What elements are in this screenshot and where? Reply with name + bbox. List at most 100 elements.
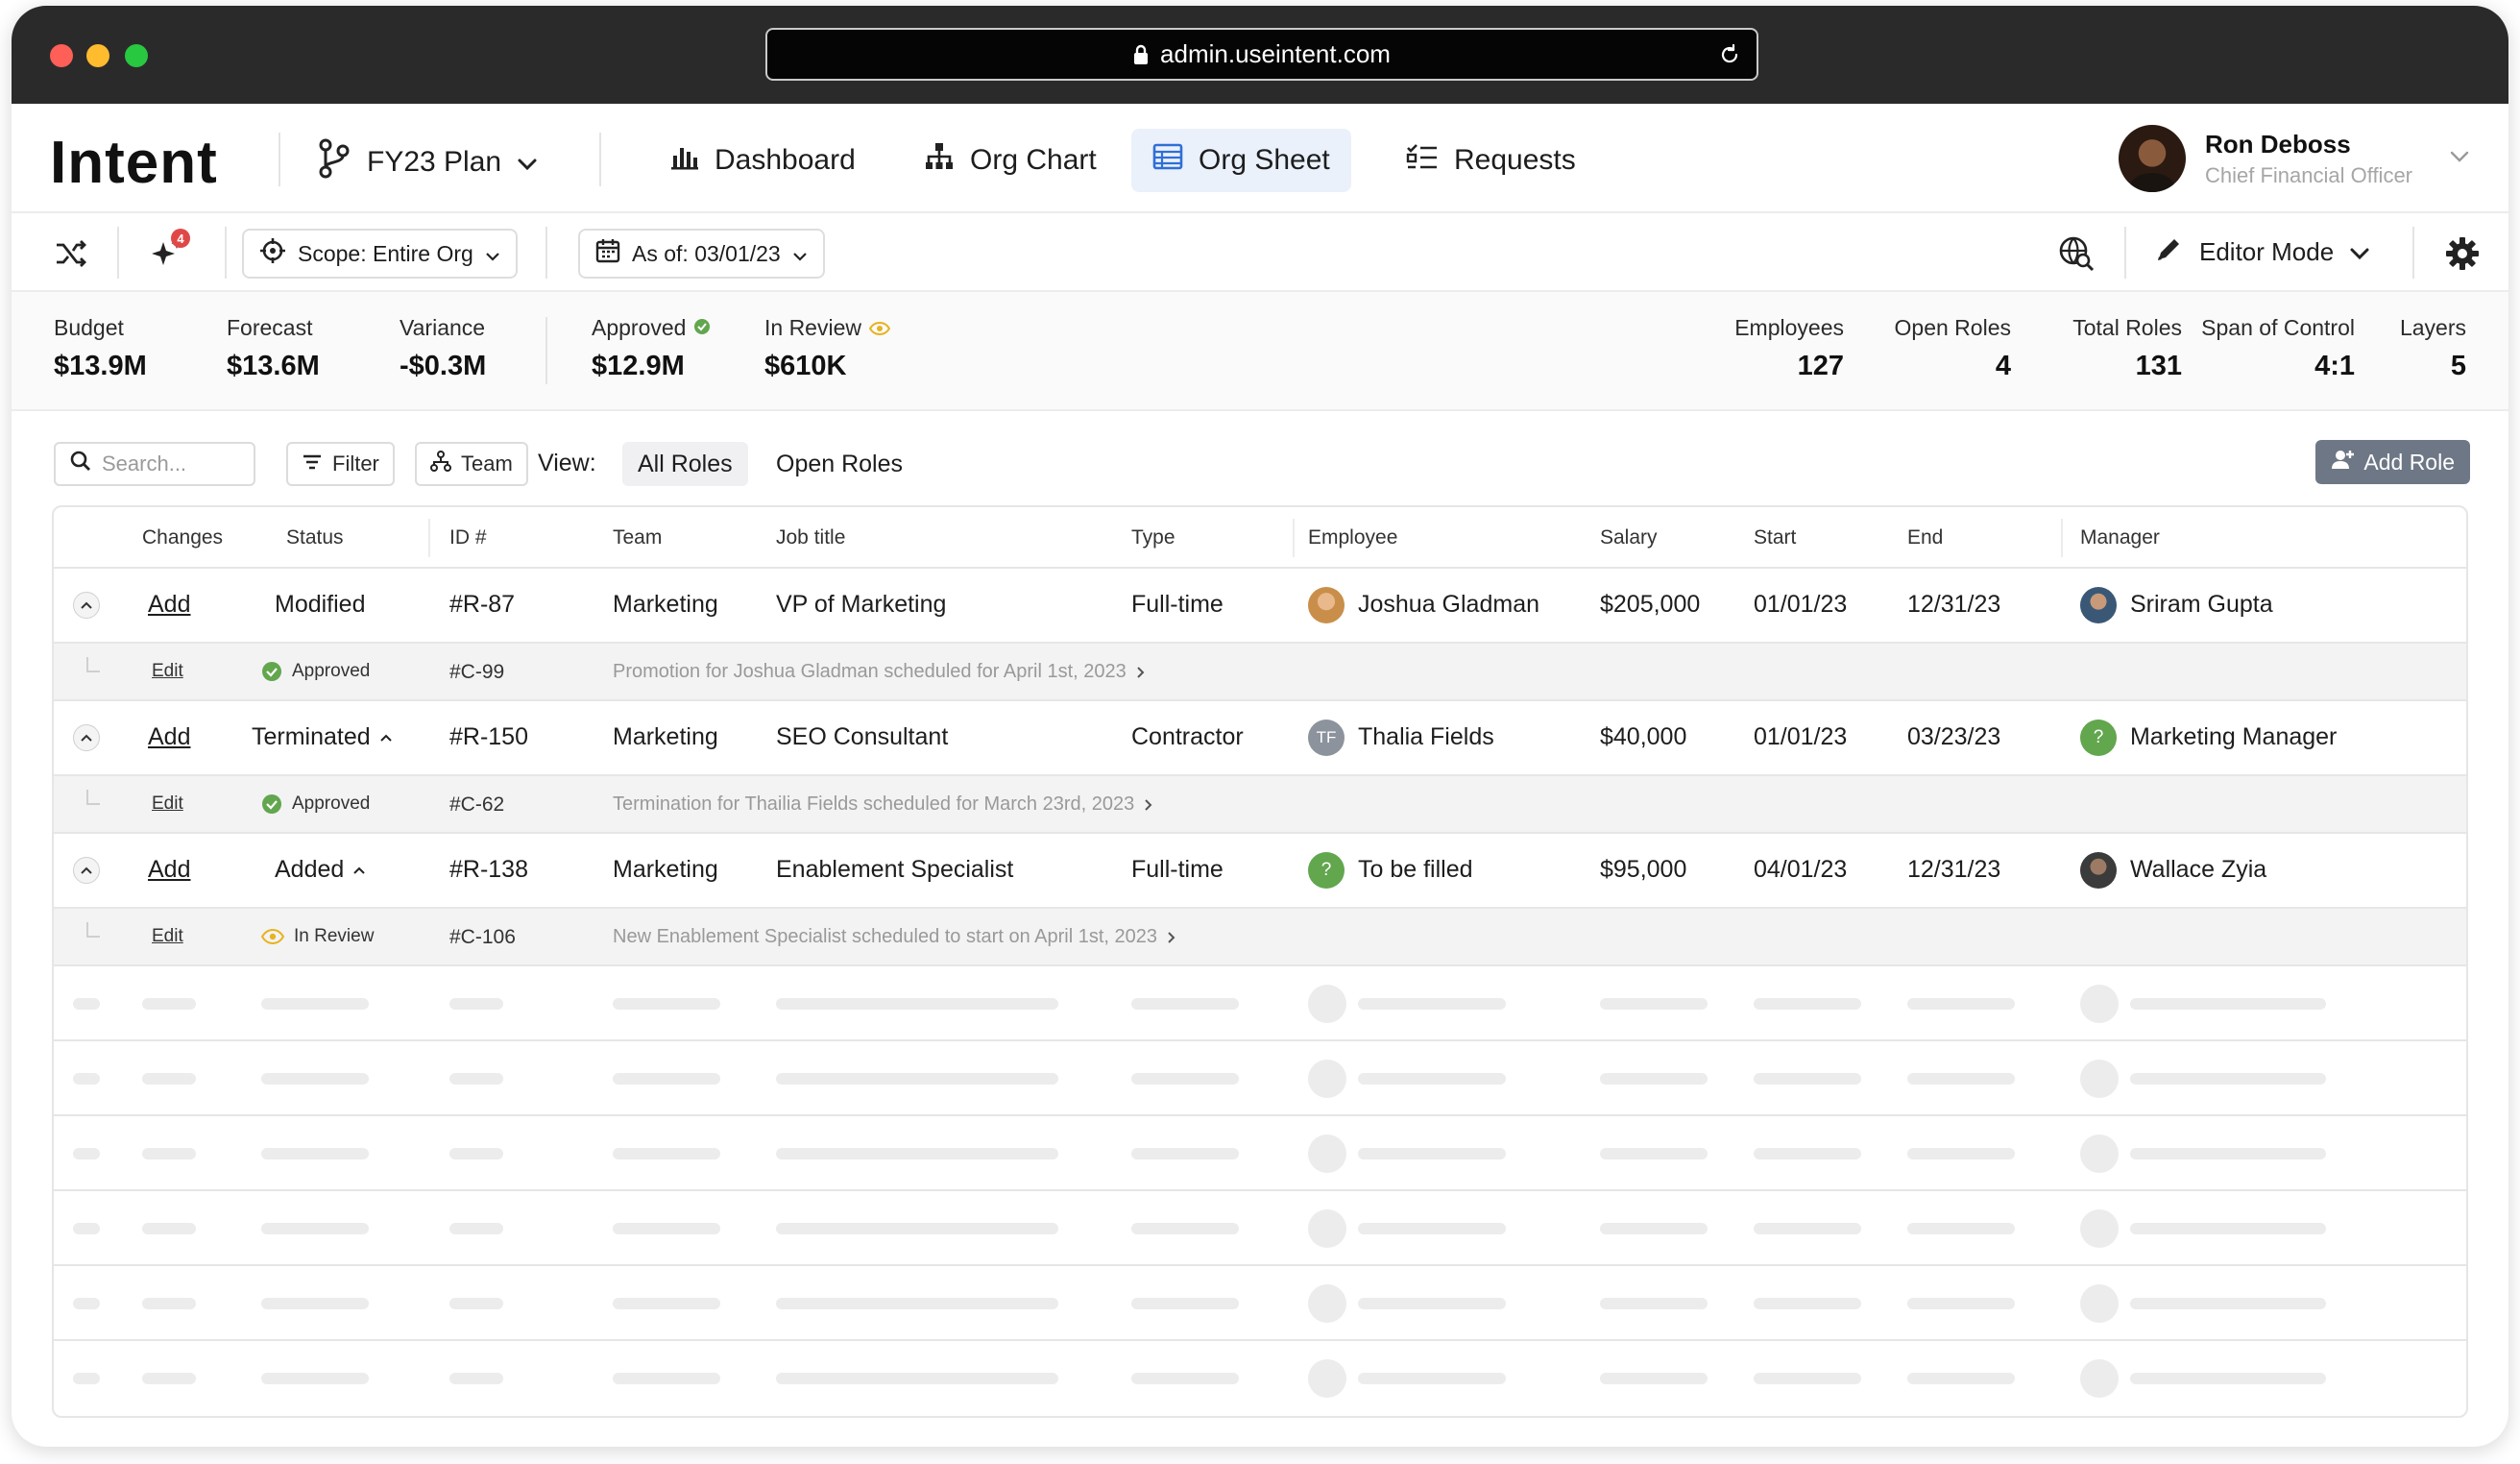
skeleton-row: [54, 1341, 2466, 1416]
reload-icon[interactable]: [1718, 42, 1741, 74]
edit-link[interactable]: Edit: [152, 926, 183, 947]
manager-name[interactable]: Wallace Zyia: [2130, 856, 2266, 884]
metric-value: 4:1: [2314, 351, 2355, 381]
table-row[interactable]: Add Modified #R-87 Marketing VP of Marke…: [54, 569, 2466, 644]
filter-bar: Search... Filter Team View: All Roles Op…: [12, 411, 2508, 511]
column-header[interactable]: Salary: [1600, 526, 1658, 549]
editor-mode-dropdown[interactable]: Editor Mode: [2155, 234, 2370, 270]
change-note[interactable]: New Enablement Specialist scheduled to s…: [613, 926, 1176, 948]
change-note[interactable]: Termination for Thailia Fields scheduled…: [613, 793, 1153, 816]
nav-dashboard[interactable]: Dashboard: [649, 129, 877, 192]
column-header[interactable]: Start: [1754, 526, 1796, 549]
employee-avatar: ?: [1308, 852, 1345, 889]
gear-icon[interactable]: [2443, 234, 2482, 273]
skeleton-bar: [73, 1148, 100, 1159]
skeleton-bar: [776, 1298, 1058, 1309]
role-id: #R-150: [449, 723, 528, 750]
column-header[interactable]: ID #: [449, 526, 487, 549]
globe-search-icon[interactable]: [2057, 234, 2096, 273]
add-role-button[interactable]: Add Role: [2315, 440, 2470, 484]
approval-status-label: Approved: [292, 661, 371, 681]
metric-label: In Review: [764, 315, 861, 340]
minimize-window-button[interactable]: [86, 44, 109, 67]
manager-name[interactable]: Marketing Manager: [2130, 723, 2337, 751]
skeleton-bar: [1600, 1223, 1708, 1234]
manager-name[interactable]: Sriram Gupta: [2130, 591, 2273, 619]
plan-selector[interactable]: FY23 Plan: [317, 138, 538, 186]
shuffle-icon[interactable]: [52, 234, 90, 273]
as-of-date-dropdown[interactable]: As of: 03/01/23: [578, 229, 825, 279]
start-date: 04/01/23: [1754, 856, 1848, 883]
nav-org-sheet-label: Org Sheet: [1199, 144, 1330, 176]
skeleton-bar: [2130, 1298, 2326, 1309]
add-change-link[interactable]: Add: [148, 591, 190, 619]
table-row[interactable]: Add Added #R-138 Marketing Enablement Sp…: [54, 834, 2466, 909]
column-header[interactable]: Employee: [1308, 526, 1397, 549]
job-title-cell: SEO Consultant: [776, 723, 949, 750]
chevron-up-icon[interactable]: [73, 857, 100, 884]
skeleton-bar: [142, 1298, 196, 1309]
column-header[interactable]: End: [1907, 526, 1943, 549]
search-input[interactable]: Search...: [54, 442, 255, 486]
role-id: #R-87: [449, 591, 516, 618]
team-button[interactable]: Team: [415, 442, 528, 486]
skeleton-bar: [449, 1373, 503, 1384]
change-detail-row[interactable]: Edit In Review #C-106 New Enablement Spe…: [54, 909, 2466, 966]
filter-icon: [302, 451, 323, 476]
employee-name[interactable]: To be filled: [1358, 856, 1473, 884]
sparkle-icon[interactable]: 4: [148, 229, 190, 273]
view-all-roles[interactable]: All Roles: [622, 442, 748, 486]
skeleton-bar: [1600, 1373, 1708, 1384]
metrics-bar: Budget $13.9M Forecast $13.6M Variance -…: [12, 292, 2508, 411]
add-change-link[interactable]: Add: [148, 856, 190, 884]
column-header[interactable]: Changes: [142, 526, 223, 549]
nav-requests[interactable]: Requests: [1385, 129, 1597, 192]
close-window-button[interactable]: [50, 44, 73, 67]
change-note[interactable]: Promotion for Joshua Gladman scheduled f…: [613, 661, 1146, 683]
scope-dropdown[interactable]: Scope: Entire Org: [242, 229, 518, 279]
skeleton-avatar: [2080, 1284, 2119, 1323]
column-header[interactable]: Manager: [2080, 526, 2160, 549]
change-note-text: Termination for Thailia Fields scheduled…: [613, 793, 1135, 815]
column-header[interactable]: Type: [1131, 526, 1175, 549]
skeleton-avatar: [1308, 1135, 1346, 1173]
nav-org-chart[interactable]: Org Chart: [903, 129, 1118, 192]
maximize-window-button[interactable]: [125, 44, 148, 67]
team-cell: Marketing: [613, 591, 718, 618]
employee-name[interactable]: Joshua Gladman: [1358, 591, 1539, 619]
salary-cell: $95,000: [1600, 856, 1687, 883]
skeleton-bar: [449, 1148, 503, 1159]
view-open-roles[interactable]: Open Roles: [761, 442, 918, 486]
divider: [2124, 227, 2126, 279]
filter-button[interactable]: Filter: [286, 442, 395, 486]
skeleton-avatar: [1308, 1209, 1346, 1248]
app-logo[interactable]: Intent: [50, 129, 218, 197]
skeleton-avatar: [1308, 1359, 1346, 1398]
user-menu[interactable]: Ron Deboss Chief Financial Officer: [2118, 125, 2470, 192]
chevron-up-icon[interactable]: [73, 724, 100, 751]
skeleton-avatar: [2080, 1060, 2119, 1098]
column-header[interactable]: Status: [286, 526, 344, 549]
employee-name[interactable]: Thalia Fields: [1358, 723, 1494, 751]
skeleton-bar: [2130, 1223, 2326, 1234]
edit-link[interactable]: Edit: [152, 661, 183, 682]
column-header[interactable]: Team: [613, 526, 662, 549]
address-bar[interactable]: admin.useintent.com: [765, 28, 1758, 81]
chevron-up-icon[interactable]: [73, 592, 100, 619]
skeleton-bar: [1600, 1298, 1708, 1309]
table-row[interactable]: Add Terminated #R-150 Marketing SEO Cons…: [54, 701, 2466, 776]
nav-org-sheet[interactable]: Org Sheet: [1131, 129, 1351, 192]
divider: [545, 227, 547, 279]
add-change-link[interactable]: Add: [148, 723, 190, 751]
skeleton-bar: [1907, 1148, 2015, 1159]
skeleton-bar: [73, 1373, 100, 1384]
edit-link[interactable]: Edit: [152, 793, 183, 815]
status-dropdown[interactable]: Terminated: [252, 723, 392, 751]
change-detail-row[interactable]: Edit Approved #C-99 Promotion for Joshua…: [54, 644, 2466, 701]
chevron-down-icon: [792, 241, 808, 267]
metric-in-review: In Review $610K: [764, 315, 891, 382]
column-header[interactable]: Job title: [776, 526, 845, 549]
status-dropdown[interactable]: Added: [275, 856, 366, 884]
skeleton-bar: [1907, 1073, 2015, 1085]
change-detail-row[interactable]: Edit Approved #C-62 Termination for Thai…: [54, 776, 2466, 834]
